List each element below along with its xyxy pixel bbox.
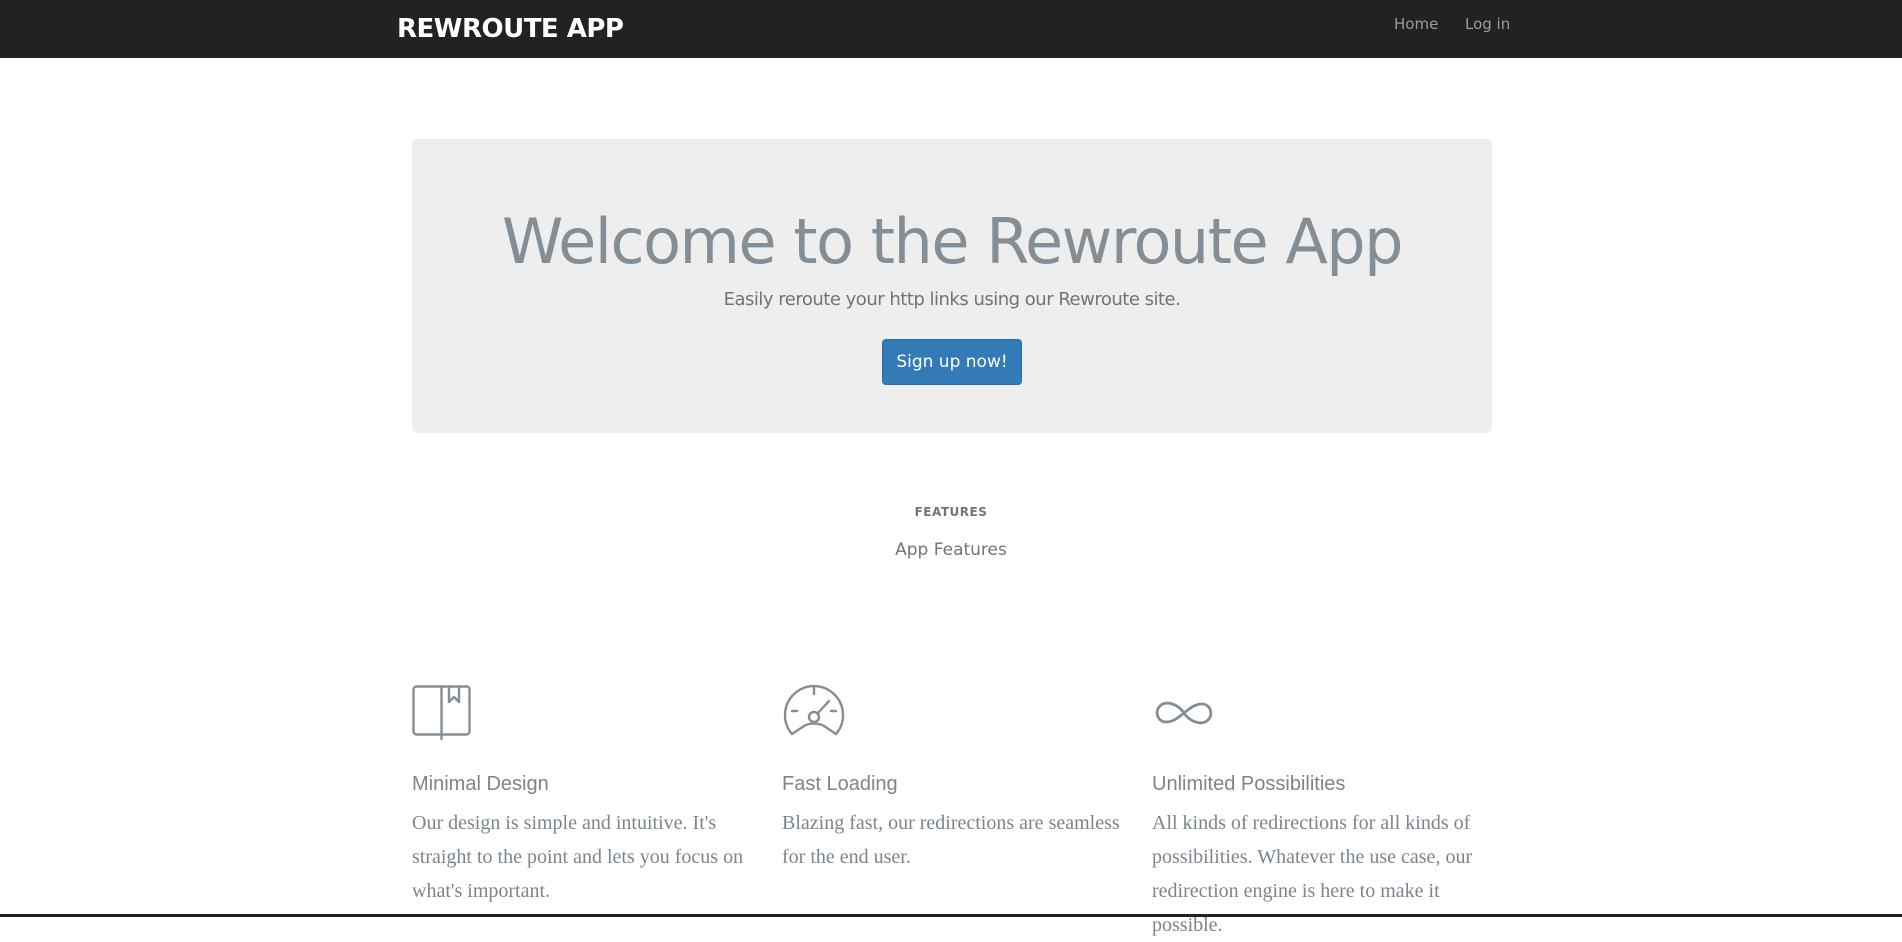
feature-description: Our design is simple and intuitive. It's… — [412, 812, 744, 902]
feature-description: All kinds of redirections for all kinds … — [1152, 812, 1473, 936]
feature-minimal-design: Minimal Design Our design is simple and … — [412, 684, 752, 902]
nav-link-log-in[interactable]: Log in — [1465, 17, 1510, 32]
feature-unlimited-possibilities: Unlimited Possibilities All kinds of red… — [1152, 684, 1492, 936]
speedometer-icon — [782, 684, 1122, 742]
hero-jumbotron: Welcome to the Rewroute App Easily rerou… — [412, 139, 1492, 433]
infinity-icon — [1152, 684, 1492, 742]
feature-fast-loading: Fast Loading Blazing fast, our redirecti… — [782, 684, 1122, 868]
features-kicker: FEATURES — [914, 505, 988, 519]
sign-up-button[interactable]: Sign up now! — [882, 339, 1022, 385]
hero-subtitle: Easily reroute your http links using our… — [723, 289, 1181, 310]
feature-heading: Unlimited Possibilities — [1152, 773, 1346, 795]
features-title: App Features — [895, 540, 1007, 560]
feature-heading: Minimal Design — [412, 773, 549, 795]
hero-title: Welcome to the Rewroute App — [501, 205, 1404, 278]
top-navbar: REWROUTE APP Home Log in — [0, 0, 1902, 58]
brand-logo[interactable]: REWROUTE APP — [397, 16, 624, 42]
nav-link-home[interactable]: Home — [1394, 17, 1438, 32]
feature-heading: Fast Loading — [782, 773, 898, 795]
feature-description: Blazing fast, our redirections are seaml… — [782, 812, 1120, 868]
book-icon — [412, 684, 752, 742]
